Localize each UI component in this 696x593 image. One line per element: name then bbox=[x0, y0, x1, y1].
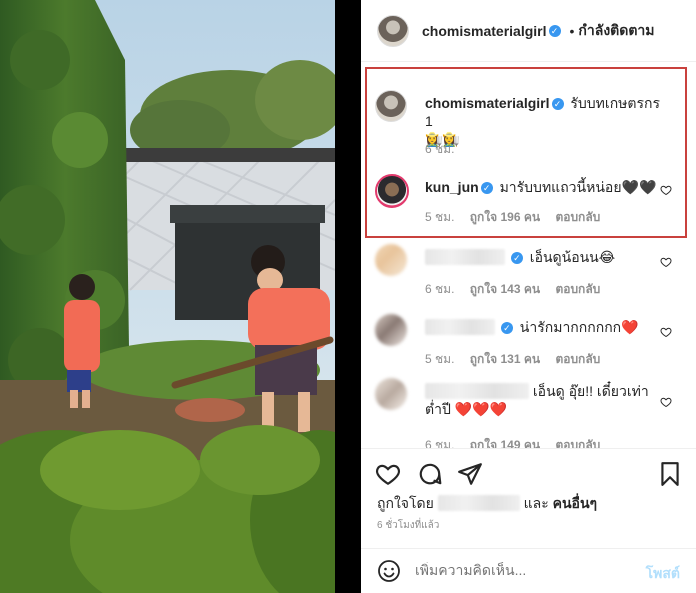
garden-photo-illustration bbox=[0, 0, 335, 593]
heart-icon[interactable] bbox=[660, 256, 672, 268]
avatar[interactable] bbox=[377, 14, 409, 47]
verified-badge-icon: ✓ bbox=[500, 322, 513, 334]
heart-icon[interactable] bbox=[660, 396, 672, 408]
avatar[interactable] bbox=[375, 378, 407, 410]
reply-button[interactable]: ตอบกลับ bbox=[555, 282, 600, 296]
comment-input[interactable] bbox=[415, 562, 635, 578]
verified-badge-icon: ✓ bbox=[480, 182, 493, 194]
comment-icon[interactable] bbox=[417, 461, 443, 487]
post-header: chomismaterialgirl ✓ • กำลังติดตาม bbox=[361, 0, 696, 62]
liked-by-middle: และ bbox=[523, 495, 549, 511]
comment-likes[interactable]: ถูกใจ 196 คน bbox=[470, 210, 540, 224]
comment-meta: 5 ชม. ถูกใจ 196 คน ตอบกลับ bbox=[425, 208, 612, 227]
comment-meta: 6 ชม. bbox=[425, 140, 466, 159]
liked-by-prefix: ถูกใจโดย bbox=[377, 495, 434, 511]
emoji-icon[interactable] bbox=[377, 559, 401, 583]
separator-dot: • bbox=[569, 22, 575, 39]
comments-list[interactable]: chomismaterialgirl ✓ รับบทเกษตรกร 1 👩‍🌾👩‍… bbox=[361, 62, 696, 448]
post-panel: chomismaterialgirl ✓ • กำลังติดตาม chomi… bbox=[361, 0, 696, 593]
post-photo[interactable] bbox=[0, 0, 335, 593]
photo-gutter bbox=[335, 0, 361, 593]
comment-meta: 6 ชม. ถูกใจ 149 คน ตอบกลับ bbox=[425, 436, 612, 448]
comment-time[interactable]: 6 ชม. bbox=[425, 282, 454, 296]
comment-time[interactable]: 5 ชม. bbox=[425, 352, 454, 366]
bookmark-icon[interactable] bbox=[657, 461, 683, 487]
comment-meta: 5 ชม. ถูกใจ 131 คน ตอบกลับ bbox=[425, 350, 612, 369]
verified-badge-icon: ✓ bbox=[548, 24, 561, 37]
comment-time[interactable]: 6 ชม. bbox=[425, 438, 454, 448]
reply-button[interactable]: ตอบกลับ bbox=[555, 210, 600, 224]
liked-by-others[interactable]: คนอื่นๆ bbox=[553, 495, 597, 511]
blurred-username[interactable] bbox=[437, 495, 520, 511]
comment-likes[interactable]: ถูกใจ 131 คน bbox=[470, 352, 540, 366]
comment-time[interactable]: 6 ชม. bbox=[425, 142, 454, 156]
comment-username[interactable]: chomismaterialgirl bbox=[425, 95, 550, 111]
reply-button[interactable]: ตอบกลับ bbox=[555, 438, 600, 448]
add-comment-bar: โพสต์ bbox=[361, 548, 696, 593]
comment-text: มารับบทแถวนี้หน่อย🖤🖤 bbox=[499, 179, 657, 195]
heart-icon[interactable] bbox=[375, 461, 401, 487]
blurred-username bbox=[425, 319, 495, 335]
avatar[interactable] bbox=[375, 244, 407, 276]
blurred-username bbox=[425, 383, 529, 399]
post-button[interactable]: โพสต์ bbox=[646, 563, 680, 585]
heart-icon[interactable] bbox=[660, 326, 672, 338]
comment-time[interactable]: 5 ชม. bbox=[425, 210, 454, 224]
avatar[interactable] bbox=[375, 90, 407, 122]
heart-icon[interactable] bbox=[660, 184, 672, 196]
post-timestamp[interactable]: 6 ชั่วโมงที่แล้ว bbox=[377, 518, 439, 533]
header-username[interactable]: chomismaterialgirl bbox=[422, 23, 547, 39]
comment-text: เอ็นดูน้อนน😂 bbox=[529, 249, 616, 265]
share-icon[interactable] bbox=[457, 461, 483, 487]
verified-badge-icon: ✓ bbox=[551, 98, 564, 110]
avatar[interactable] bbox=[375, 174, 409, 208]
comment-likes[interactable]: ถูกใจ 149 คน bbox=[470, 438, 540, 448]
liked-by-line: ถูกใจโดย และ คนอื่นๆ bbox=[377, 493, 597, 515]
follow-status-button[interactable]: กำลังติดตาม bbox=[578, 20, 654, 42]
avatar[interactable] bbox=[375, 314, 407, 346]
verified-badge-icon: ✓ bbox=[510, 252, 523, 264]
reply-button[interactable]: ตอบกลับ bbox=[555, 352, 600, 366]
comment-username[interactable]: kun_jun bbox=[425, 179, 479, 195]
comment-likes[interactable]: ถูกใจ 143 คน bbox=[470, 282, 540, 296]
comment-text: น่ารักมากกกกกก❤️ bbox=[519, 319, 639, 335]
blurred-username bbox=[425, 249, 505, 265]
comment-meta: 6 ชม. ถูกใจ 143 คน ตอบกลับ bbox=[425, 280, 612, 299]
